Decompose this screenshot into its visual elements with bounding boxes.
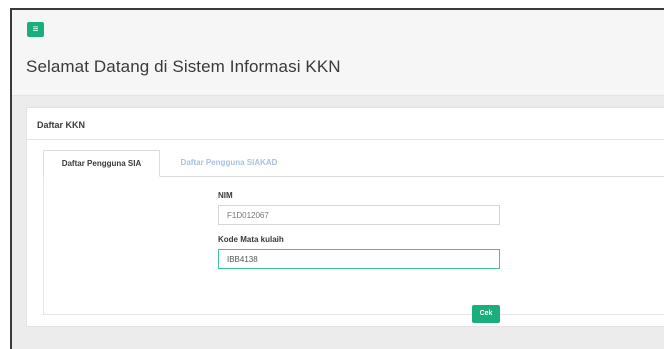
check-form: NIM F1D012067 Kode Mata kulaih IBB4138 C… [218, 191, 504, 323]
nim-label: NIM [218, 191, 233, 200]
top-bar: ≡ [12, 10, 664, 43]
tab-strip: Daftar Pengguna SIA Daftar Pengguna SIAK… [43, 150, 664, 177]
kode-mata-kuliah-input[interactable]: IBB4138 [218, 249, 500, 269]
nim-input[interactable]: F1D012067 [218, 205, 500, 225]
cek-button[interactable]: Cek [472, 305, 500, 323]
kode-mata-kuliah-label: Kode Mata kulaih [218, 235, 284, 244]
panel-title: Daftar KKN [37, 120, 86, 130]
page-header: Selamat Datang di Sistem Informasi KKN [12, 43, 664, 96]
tabs-container: Daftar Pengguna SIA Daftar Pengguna SIAK… [43, 150, 664, 323]
app-window: ≡ Selamat Datang di Sistem Informasi KKN… [10, 8, 664, 349]
tab-daftar-pengguna-sia[interactable]: Daftar Pengguna SIA [43, 150, 160, 177]
hamburger-menu-icon[interactable]: ≡ [27, 22, 44, 37]
panel-heading: Daftar KKN [27, 108, 664, 140]
page-title: Selamat Datang di Sistem Informasi KKN [26, 57, 341, 76]
kkn-panel: Daftar KKN Daftar Pengguna SIA Daftar Pe… [26, 107, 664, 327]
tab-daftar-pengguna-siakad[interactable]: Daftar Pengguna SIAKAD [169, 150, 289, 176]
